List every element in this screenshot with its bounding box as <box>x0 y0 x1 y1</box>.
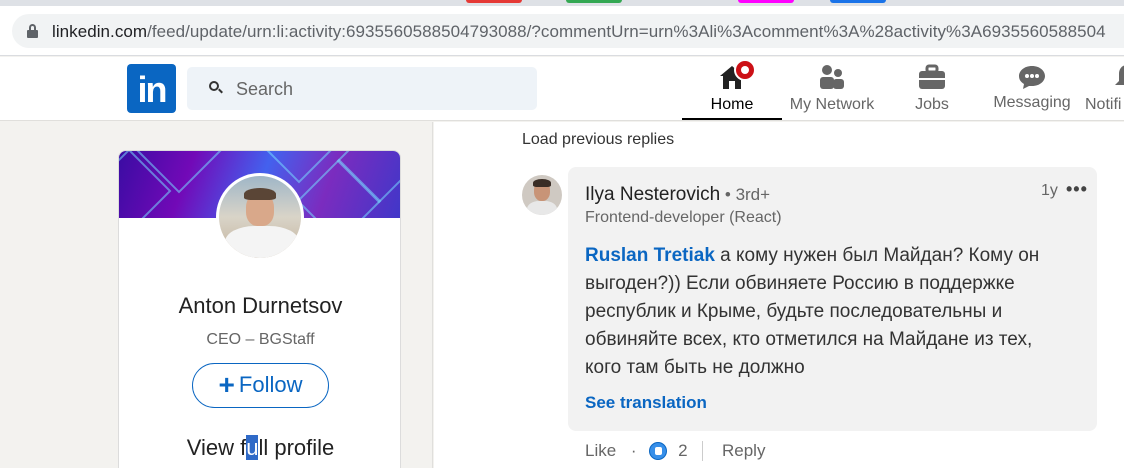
comment-panel: Load previous replies Ilya Nesterovich •… <box>434 122 1124 468</box>
search-input[interactable]: Search <box>187 67 537 110</box>
linkedin-header: in Search Home My Network Jobs Messaging <box>0 57 1124 121</box>
like-count[interactable]: 2 <box>678 441 687 461</box>
notification-badge <box>734 59 756 81</box>
text-selection: u <box>246 435 259 460</box>
reply-button[interactable]: Reply <box>722 441 765 461</box>
divider <box>702 440 704 461</box>
lock-icon[interactable] <box>27 24 38 38</box>
more-options-icon[interactable]: ••• <box>1066 179 1088 200</box>
nav-messaging-label: Messaging <box>993 94 1071 111</box>
comment-time: 1y <box>1041 182 1058 199</box>
like-reaction-icon[interactable] <box>649 441 668 460</box>
tab-indicator[interactable] <box>566 0 622 3</box>
load-previous-replies[interactable]: Load previous replies <box>522 131 674 149</box>
profile-headline: CEO – BGStaff <box>206 331 315 348</box>
comment-text: Ruslan Tretiak а кому нужен был Майдан? … <box>585 245 1040 378</box>
tab-indicator[interactable] <box>830 0 886 3</box>
messaging-icon <box>1019 66 1045 89</box>
url-field[interactable]: linkedin.com/feed/update/urn:li:activity… <box>12 14 1124 48</box>
follow-button[interactable]: + Follow <box>192 363 329 408</box>
search-icon <box>209 81 223 94</box>
nav-messaging[interactable]: Messaging <box>982 57 1082 121</box>
briefcase-icon <box>919 64 945 89</box>
browser-address-bar: linkedin.com/feed/update/urn:li:activity… <box>0 6 1124 56</box>
bell-icon <box>1115 65 1124 85</box>
nav-home[interactable]: Home <box>682 57 782 120</box>
nav-home-label: Home <box>710 96 754 113</box>
comment-bubble: Ilya Nesterovich • 3rd+ Frontend-develop… <box>568 167 1097 431</box>
nav-jobs[interactable]: Jobs <box>882 57 982 121</box>
nav-jobs-label: Jobs <box>915 96 949 113</box>
profile-avatar[interactable] <box>216 173 304 261</box>
comment-actions: Like · 2 Reply <box>585 440 765 462</box>
search-placeholder: Search <box>236 79 294 99</box>
see-translation-button[interactable]: See translation <box>585 393 707 413</box>
url-text[interactable]: linkedin.com/feed/update/urn:li:activity… <box>52 22 1106 42</box>
nav-my-network[interactable]: My Network <box>782 57 882 121</box>
view-full-profile-link[interactable]: View full profile <box>119 435 400 461</box>
linkedin-logo[interactable]: in <box>127 64 176 113</box>
left-panel: Anton Durnetsov CEO – BGStaff + Follow Vi… <box>0 122 433 468</box>
commenter-role: Frontend-developer (React) <box>585 209 782 226</box>
mention-link[interactable]: Ruslan Tretiak <box>585 245 715 266</box>
connection-degree: • 3rd+ <box>720 185 771 204</box>
plus-icon: + <box>218 369 235 400</box>
profile-card: Anton Durnetsov CEO – BGStaff + Follow Vi… <box>118 150 401 468</box>
follow-label: Follow <box>238 372 303 397</box>
separator-dot: · <box>630 440 637 460</box>
tab-indicator[interactable] <box>466 0 522 3</box>
tab-indicator[interactable] <box>738 0 794 3</box>
nav-notifications[interactable]: Notifi <box>1082 57 1124 121</box>
commenter-name[interactable]: Ilya Nesterovich • 3rd+ <box>585 184 770 206</box>
network-icon <box>820 65 844 89</box>
like-button[interactable]: Like <box>585 441 616 461</box>
commenter-avatar[interactable] <box>522 175 562 215</box>
nav-my-network-label: My Network <box>789 96 875 113</box>
nav-notifications-label: Notifi <box>1085 96 1122 113</box>
profile-name[interactable]: Anton Durnetsov <box>119 293 400 319</box>
